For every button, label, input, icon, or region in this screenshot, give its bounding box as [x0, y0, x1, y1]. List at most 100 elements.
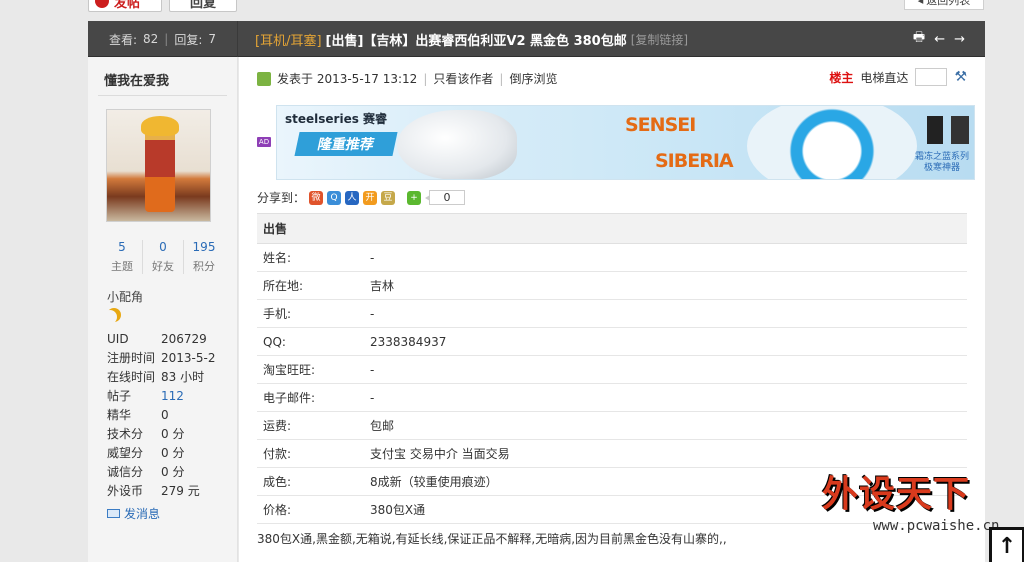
trade-field-name: 手机:: [257, 299, 370, 328]
trade-field-value: 包邮: [370, 411, 967, 440]
send-message-button[interactable]: 发消息: [107, 505, 160, 522]
info-key: 外设币: [107, 484, 144, 498]
prev-thread-icon[interactable]: ←: [934, 32, 945, 47]
qzone-share-icon[interactable]: Q: [327, 190, 342, 205]
table-row: 付款: 支付宝 交易中介 当面交易: [257, 439, 967, 468]
plus-circle-icon: [95, 0, 109, 8]
info-value: 0 分: [161, 427, 185, 441]
back-to-top-button[interactable]: ↑: [989, 527, 1024, 562]
floor-info: 楼主 电梯直达 ⚒: [829, 68, 967, 86]
stat-friends-value: 0: [159, 240, 167, 254]
arrow-left-icon: ◂: [917, 0, 924, 7]
product-box-image: [951, 116, 969, 144]
trade-field-name: 姓名:: [257, 243, 370, 272]
table-row: 手机: -: [257, 299, 967, 328]
info-key: 在线时间: [107, 370, 156, 384]
product-box-image: [927, 116, 943, 144]
renren-share-icon[interactable]: 人: [345, 190, 360, 205]
stat-points-value: 195: [192, 240, 216, 254]
envelope-icon: [107, 509, 120, 518]
reverse-order-link[interactable]: 倒序浏览: [509, 70, 557, 87]
new-post-button[interactable]: 发帖: [88, 0, 162, 12]
moon-icon: [107, 308, 121, 322]
thread-title-text: [出售]【吉林】出赛睿西伯利亚V2 黑金色 380包邮: [325, 33, 627, 49]
stat-points[interactable]: 195 积分: [184, 240, 224, 274]
info-value: 279 元: [161, 484, 200, 498]
thread-category-link[interactable]: [耳机/耳塞]: [255, 30, 322, 49]
weibo-share-icon[interactable]: 微: [309, 190, 324, 205]
only-author-link[interactable]: 只看该作者: [433, 70, 493, 87]
watermark-text: 外设天下: [822, 474, 971, 515]
info-value: 0: [161, 407, 169, 422]
stats-divider: |: [164, 32, 169, 46]
info-key: 帖子: [107, 389, 132, 403]
stat-friends-label: 好友: [152, 260, 174, 273]
divider: |: [499, 71, 504, 86]
ad-badge: AD: [257, 137, 271, 147]
info-row: UID 206729: [107, 329, 227, 348]
info-value: 0 分: [161, 465, 185, 479]
info-value: 0 分: [161, 446, 185, 460]
author-info: UID 206729 注册时间 2013-5-2 在线时间 83 小时 帖子 112 精…: [107, 329, 227, 500]
trade-field-value: -: [370, 243, 967, 272]
stat-threads-value: 5: [118, 240, 126, 254]
avatar-figure: [145, 124, 175, 212]
table-row: 淘宝旺旺: -: [257, 355, 967, 384]
back-to-list-button[interactable]: ◂ 返回列表: [904, 0, 984, 10]
trade-field-name: QQ:: [257, 327, 370, 356]
douban-share-icon[interactable]: 豆: [381, 190, 396, 205]
thread-stats: 查看: 82 | 回复: 7: [88, 21, 238, 57]
trade-field-name: 成色:: [257, 467, 370, 496]
trade-field-name: 价格:: [257, 495, 370, 524]
ad-siberia: SIBERIA: [655, 150, 734, 172]
post-content: 380包X通,黑金额,无箱说,有延长线,保证正品不解释,无暗病,因为目前黑金色没…: [257, 532, 727, 546]
trade-field-value: 支付宝 交易中介 当面交易: [370, 439, 967, 468]
author-sidebar: 懂我在爱我 5 主题 0 好友 195 积分 小配角 UID 206729 注册时…: [88, 57, 238, 562]
ad-sensei: SENSEI: [625, 114, 696, 136]
thread-actions: 🖶 ← →: [913, 21, 965, 57]
ad-brand: steelseries 赛睿: [285, 112, 388, 126]
replies-count: 7: [208, 32, 217, 46]
posts-link[interactable]: 112: [161, 389, 184, 403]
trade-field-name: 所在地:: [257, 271, 370, 300]
share-count: 0: [425, 190, 466, 205]
headset-image: [747, 106, 917, 179]
divider: |: [423, 71, 428, 86]
post-meta: 发表于 2013-5-17 13:12 | 只看该作者 | 倒序浏览: [257, 70, 557, 87]
trade-field-value: -: [370, 355, 967, 384]
post-time: 发表于 2013-5-17 13:12: [277, 72, 418, 86]
kaixin-share-icon[interactable]: 开: [363, 190, 378, 205]
author-name[interactable]: 懂我在爱我: [104, 70, 169, 89]
next-thread-icon[interactable]: →: [954, 32, 965, 47]
info-row: 威望分 0 分: [107, 443, 227, 462]
ad-banner[interactable]: steelseries 赛睿 隆重推荐 SENSEI SIBERIA 霜冻之蓝系…: [276, 105, 975, 180]
print-icon[interactable]: 🖶: [913, 28, 925, 50]
trade-header-row: 出售: [257, 213, 967, 244]
table-row: QQ: 2338384937: [257, 327, 967, 356]
table-row: 运费: 包邮: [257, 411, 967, 440]
trade-field-value: 吉林: [370, 271, 967, 300]
ad-caption-line1: 霜冻之蓝系列: [914, 152, 969, 162]
thread-title: [耳机/耳塞] [出售]【吉林】出赛睿西伯利亚V2 黑金色 380包邮 [复制链…: [255, 21, 688, 57]
copy-link-button[interactable]: [复制链接]: [631, 31, 688, 48]
watermark-url: www.pcwaishe.cn: [873, 518, 1000, 534]
more-share-icon[interactable]: +: [407, 190, 422, 205]
trade-field-name: 电子邮件:: [257, 383, 370, 412]
trade-field-value: 2338384937: [370, 327, 967, 356]
trade-field-name: 运费:: [257, 411, 370, 440]
replies-label: 回复:: [174, 32, 203, 47]
author-stats: 5 主题 0 好友 195 积分: [102, 240, 224, 274]
ad-caption-line2: 极寒神器: [923, 163, 960, 173]
trade-field-value: -: [370, 299, 967, 328]
stat-threads[interactable]: 5 主题: [102, 240, 143, 274]
info-row: 精华 0: [107, 405, 227, 424]
wrench-icon[interactable]: ⚒: [954, 69, 967, 85]
views-label: 查看:: [108, 32, 138, 47]
stat-friends[interactable]: 0 好友: [143, 240, 184, 274]
avatar[interactable]: [106, 109, 211, 222]
divider: [98, 95, 227, 96]
jump-floor-input[interactable]: [915, 68, 948, 86]
reply-button[interactable]: 回复: [169, 0, 237, 12]
views-count: 82: [143, 32, 159, 46]
back-to-list-label: 返回列表: [926, 0, 971, 7]
